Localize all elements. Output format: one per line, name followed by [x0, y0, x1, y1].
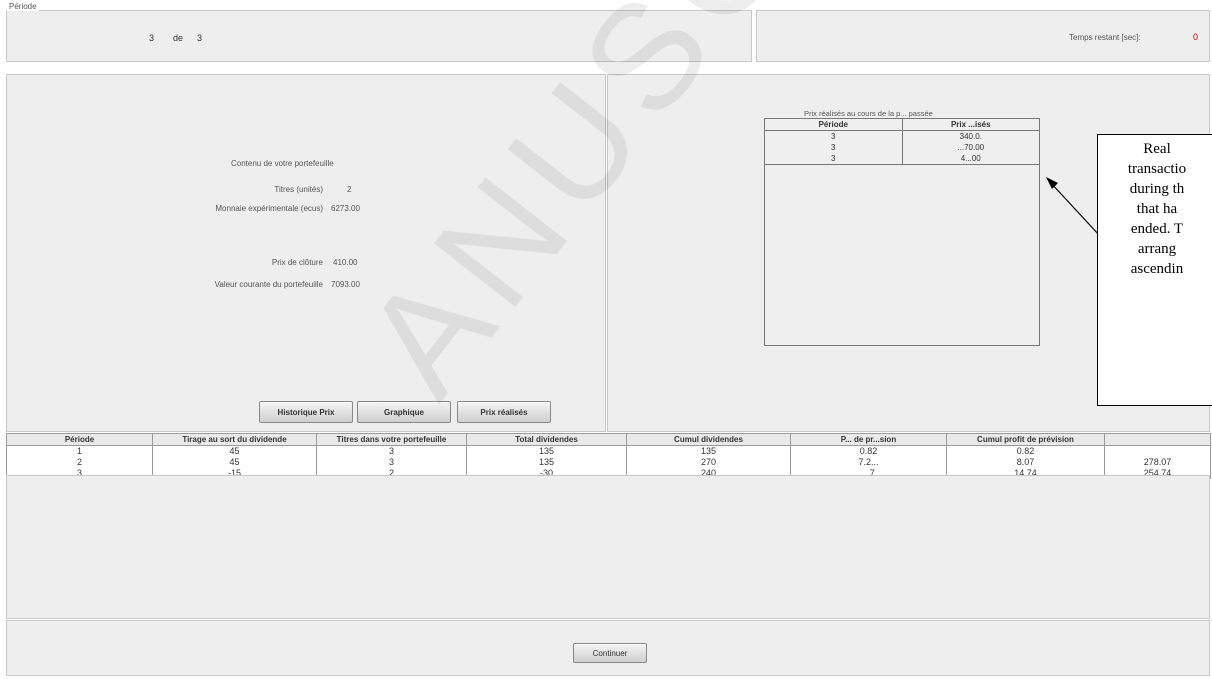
valeur-value: 7093.00	[331, 280, 360, 289]
portfolio-title: Contenu de votre portefeuille	[231, 159, 334, 168]
portfolio-panel: Contenu de votre portefeuille Titres (un…	[6, 74, 606, 432]
cell: 135	[466, 457, 627, 468]
col-header-titres: Titres dans votre portefeuille	[316, 433, 467, 446]
row-periode: 3	[765, 142, 903, 153]
time-remaining-label: Temps restant [sec]:	[1069, 33, 1141, 42]
realized-prices-table[interactable]: Période Prix ...isés 3 340.0. 3 ...70.00…	[764, 118, 1040, 346]
footer-panel: Continuer	[6, 620, 1210, 676]
cell: 0.82	[946, 445, 1105, 457]
table-row[interactable]: 3 4...00	[765, 153, 1039, 165]
callout-line: arrang	[1137, 241, 1177, 257]
callout-line: that ha	[1136, 201, 1178, 217]
cell: 0.82	[790, 445, 947, 457]
callout-line: transactio	[1127, 161, 1187, 177]
monnaie-label: Monnaie expérimentale (ecus)	[215, 204, 323, 213]
cell: 45	[152, 445, 317, 457]
col-header-periode: Période	[765, 119, 903, 131]
period-total: 3	[197, 33, 203, 43]
col-header-periode: Période	[6, 433, 153, 446]
cell: 7.2...	[790, 457, 947, 468]
table-row[interactable]: 3 ...70.00	[765, 142, 1039, 153]
time-remaining-value: 0	[1193, 32, 1199, 42]
realized-prices-caption: Prix réalisés au cours de la p... passée	[804, 109, 933, 118]
timer-panel: Temps restant [sec]: 0	[756, 10, 1210, 62]
continue-button[interactable]: Continuer	[573, 643, 647, 663]
cloture-value: 410.00	[333, 258, 358, 267]
callout-line: ended. T	[1130, 221, 1184, 237]
dividend-summary-table: Période Tirage au sort du dividende Titr…	[6, 433, 1211, 479]
callout-line: during th	[1129, 181, 1185, 197]
cell: 3	[316, 445, 467, 457]
cell: 270	[626, 457, 791, 468]
monnaie-value: 6273.00	[331, 204, 360, 213]
row-prix: 4...00	[902, 153, 1039, 165]
cell: 2	[6, 457, 153, 468]
cell: 278.07	[1104, 457, 1211, 468]
period-legend: Période	[7, 2, 39, 11]
cloture-label: Prix de clôture	[271, 258, 323, 267]
period-current: 3	[149, 33, 155, 43]
col-header-total	[1104, 433, 1211, 446]
valeur-label: Valeur courante du portefeuille	[214, 280, 323, 289]
col-header-tirage: Tirage au sort du dividende	[152, 433, 317, 446]
empty-lower-panel	[6, 475, 1210, 619]
table-row[interactable]: 3 340.0.	[765, 130, 1039, 142]
cell	[1104, 445, 1211, 457]
cell: 135	[626, 445, 791, 457]
row-periode: 3	[765, 153, 903, 165]
annotation-arrow-icon	[1046, 177, 1101, 237]
titres-label: Titres (unités)	[274, 185, 323, 194]
chart-button[interactable]: Graphique	[357, 401, 451, 423]
cell: 8.07	[946, 457, 1105, 468]
price-history-button[interactable]: Historique Prix	[259, 401, 353, 423]
col-header-total-dividendes: Total dividendes	[466, 433, 627, 446]
realized-prices-button[interactable]: Prix réalisés	[457, 401, 551, 423]
period-of-label: de	[173, 33, 184, 43]
callout-line: ascendin	[1130, 261, 1184, 277]
annotation-callout: Real transactio during th that ha ended.…	[1097, 134, 1212, 406]
callout-line: Real	[1143, 141, 1171, 157]
col-header-cumul-dividendes: Cumul dividendes	[626, 433, 791, 446]
col-header-cumul-profit: Cumul profit de prévision	[946, 433, 1105, 446]
col-header-profit-prevision: P... de pr...sion	[790, 433, 947, 446]
row-periode: 3	[765, 130, 903, 142]
cell: 135	[466, 445, 627, 457]
table-row: 1 45 3 135 135 0.82 0.82	[6, 445, 1211, 457]
cell: 1	[6, 445, 153, 457]
cell: 3	[316, 457, 467, 468]
table-row: 2 45 3 135 270 7.2... 8.07 278.07	[6, 457, 1211, 468]
period-panel: Période 3 de 3	[6, 2, 752, 62]
col-header-prix: Prix ...isés	[902, 119, 1039, 131]
row-prix: 340.0.	[959, 132, 982, 141]
cell: 45	[152, 457, 317, 468]
row-prix: ...70.00	[957, 143, 985, 152]
titres-value: 2	[347, 185, 352, 194]
